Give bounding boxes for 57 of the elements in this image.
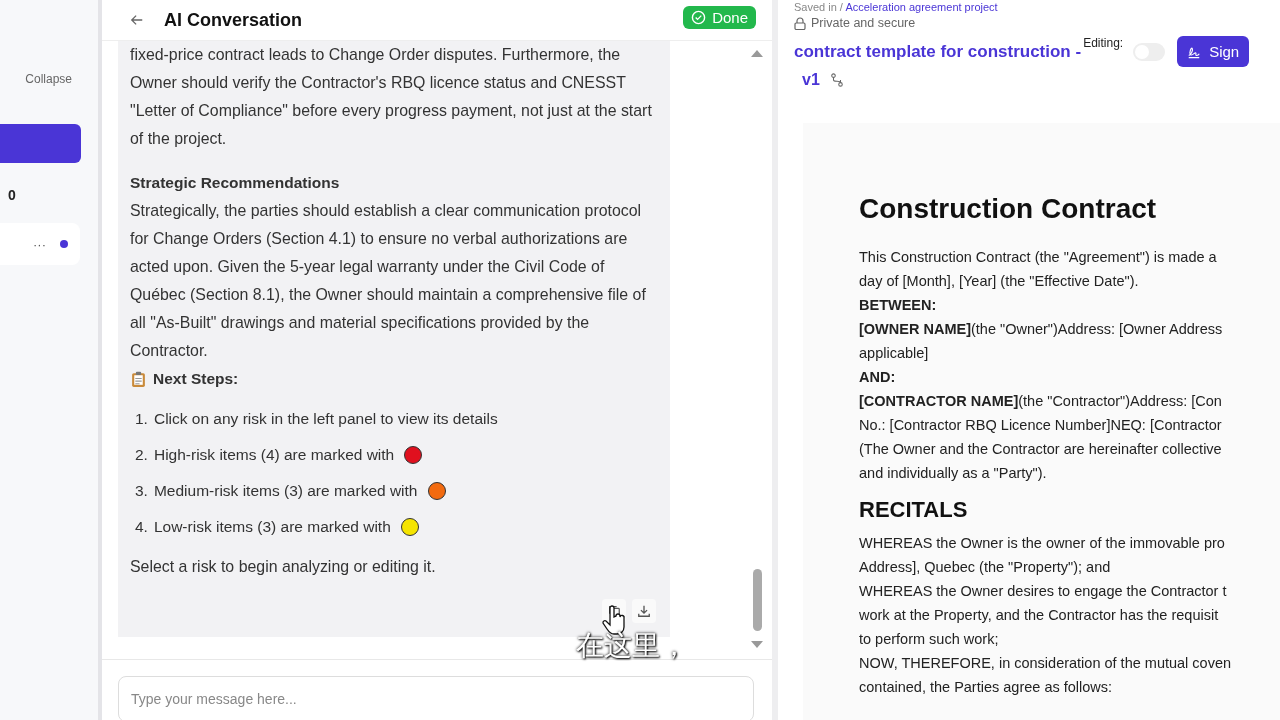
document-text: contained, the Parties agree as follows:	[859, 678, 1114, 697]
document-text: NOW, THEREFORE, in consideration of the mutual coven	[859, 654, 1233, 673]
message-text: Select a risk to begin analyzing or editing it.	[130, 557, 437, 577]
download-icon	[637, 604, 651, 618]
panel-title: AI Conversation	[164, 9, 303, 31]
document-text: BETWEEN:	[859, 296, 938, 315]
branch-icon[interactable]	[829, 73, 844, 87]
step-number: 2.	[135, 446, 148, 464]
document-text: work at the Property, and the Contractor has the requisit	[859, 606, 1220, 625]
scroll-thumb[interactable]	[752, 569, 762, 631]
document-text: applicable]	[859, 344, 930, 363]
document-heading: Construction Contract	[859, 193, 1158, 225]
step-text: Low-risk items (3) are marked with	[153, 518, 391, 536]
document-text: WHEREAS the Owner desires to engage the Contractor t	[859, 582, 1228, 601]
check-circle-icon	[691, 9, 707, 25]
subtitle-caption: 在这里，	[576, 628, 688, 664]
document-text: [OWNER NAME](the "Owner")Address: [Owner Address	[859, 320, 1224, 339]
collapse-link[interactable]: Collapse	[25, 72, 72, 86]
sign-button[interactable]: Sign	[1177, 36, 1250, 67]
step-number: 3.	[135, 482, 148, 500]
step-number: 1.	[135, 410, 148, 428]
message-input[interactable]: Type your message here...	[118, 676, 754, 720]
download-button[interactable]	[632, 599, 656, 623]
document-text: Address], Quebec (the "Property"); and	[859, 558, 1112, 577]
clipboard-icon	[130, 370, 147, 388]
scroll-up-icon[interactable]	[751, 49, 763, 57]
section-heading: RECITALS	[859, 497, 969, 523]
section-heading: Next Steps:	[153, 370, 239, 388]
section-heading: Strategic Recommendations	[130, 173, 341, 193]
document-text: and individually as a "Party").	[859, 464, 1048, 483]
sidebar-card[interactable]: ···	[0, 223, 80, 265]
document-text: (The Owner and the Contractor are hereinafter collective	[859, 440, 1223, 459]
document-title: contract template for construction -	[794, 41, 1082, 62]
document-text: [CONTRACTOR NAME](the "Contractor")Address: [Con	[859, 392, 1223, 411]
status-dot-icon	[60, 240, 68, 248]
message-text: Strategically, the parties should establish a clear communication protocol for Change Orders (Section 4.1) to ensure no verbal authorizations are acted upon. Given the 5-year legal warranty under the Civil Code of Québec (Section 8.1), the Owner should maintain a comprehensive file of all "As-Built" drawings and material specifications provided by the Contractor.	[130, 201, 647, 361]
step-number: 4.	[135, 518, 148, 536]
document-text: This Construction Contract (the "Agreement") is made a	[859, 248, 1218, 267]
project-link[interactable]: Acceleration agreement project	[845, 1, 998, 13]
document-text: AND:	[859, 368, 897, 387]
privacy-label: Private and secure	[811, 16, 916, 30]
scroll-down-icon[interactable]	[751, 641, 763, 649]
lock-icon	[794, 16, 806, 30]
document-text: day of [Month], [Year] (the "Effective Date").	[859, 272, 1140, 291]
step-text: High-risk items (4) are marked with	[153, 446, 395, 464]
document-text: to perform such work;	[859, 630, 1000, 649]
count-label: 0	[8, 187, 16, 203]
back-arrow-icon[interactable]	[130, 13, 144, 27]
document-text: WHEREAS the Owner is the owner of the immovable pro	[859, 534, 1226, 553]
version-label: v1	[802, 71, 820, 89]
message-text: fixed-price contract leads to Change Order disputes. Furthermore, the Owner should verify the Contractor's RBQ licence status and CNESST "Letter of Compliance" before every progress payment, not just at the start of the project.	[130, 45, 653, 149]
more-button[interactable]: ···	[33, 236, 46, 252]
saved-label: Saved in /	[794, 1, 843, 13]
step-text: Click on any risk in the left panel to view its details	[153, 410, 498, 428]
document-text: No.: [Contractor RBQ Licence Number]NEQ: [Contractor	[859, 416, 1223, 435]
step-text: Medium-risk items (3) are marked with	[153, 482, 418, 500]
editing-label: Editing:	[1083, 36, 1124, 50]
